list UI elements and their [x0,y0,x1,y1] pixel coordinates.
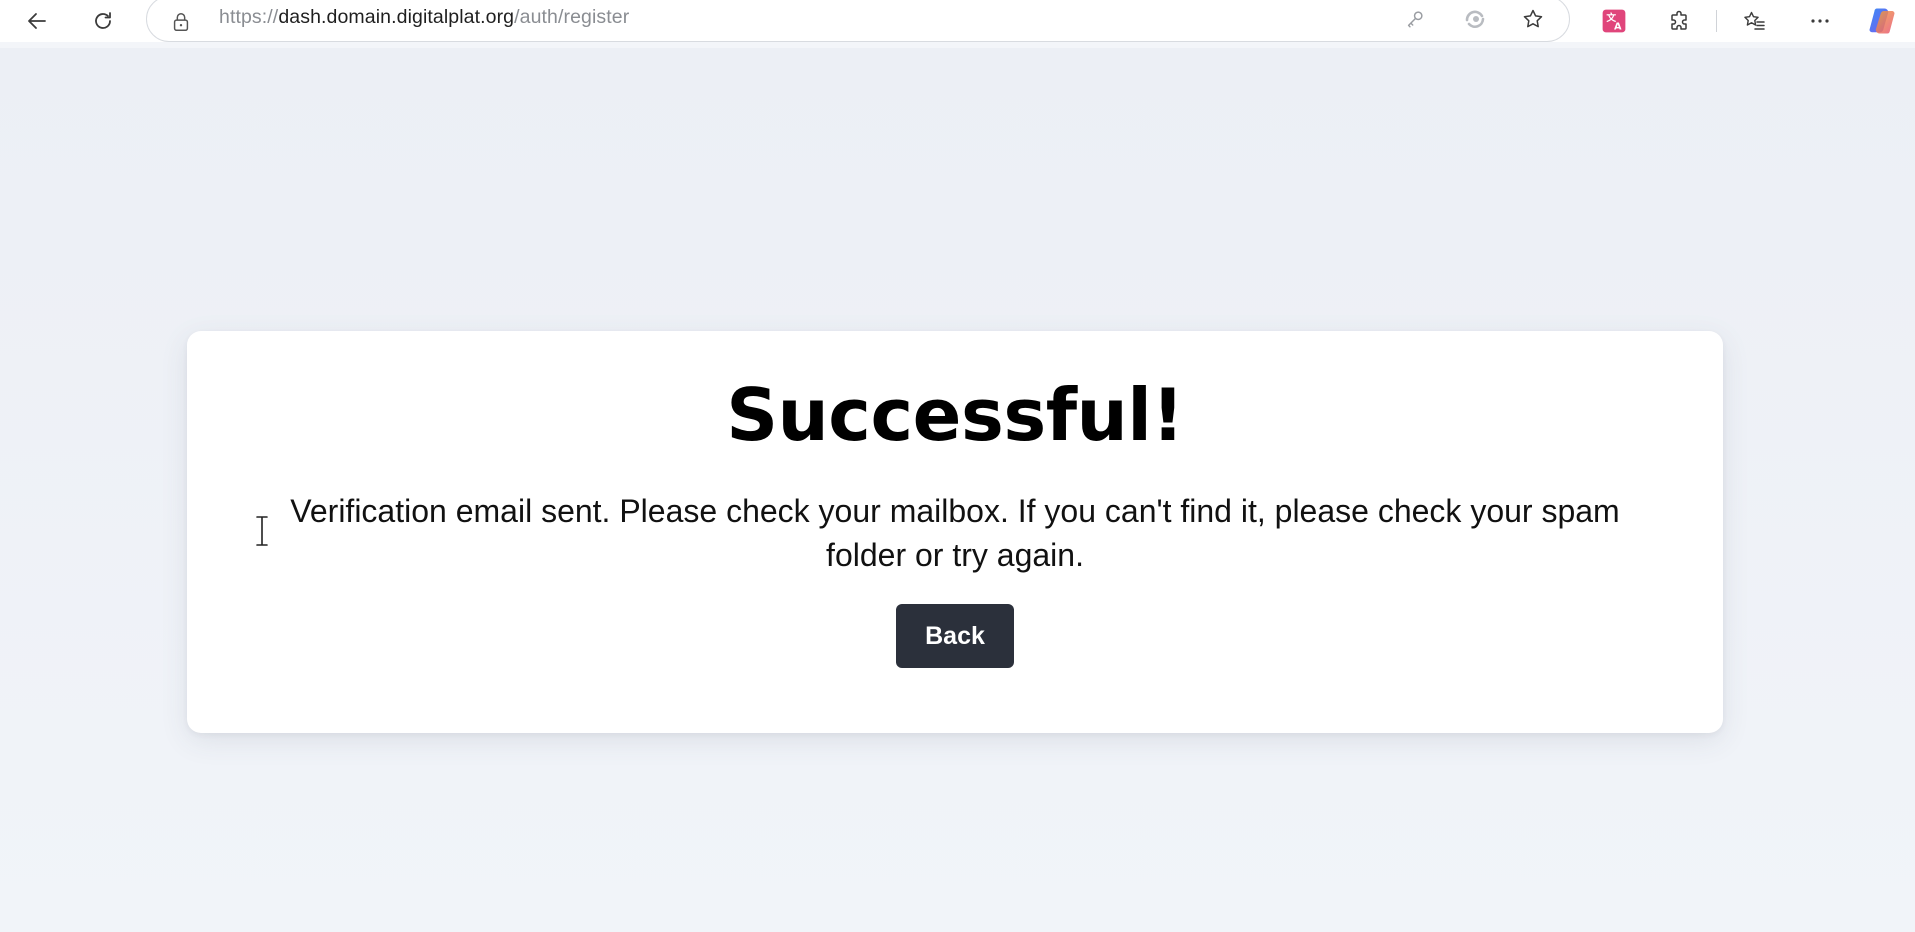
address-bar[interactable]: https://dash.domain.digitalplat.org/auth… [146,0,1570,42]
key-icon[interactable] [1401,5,1429,33]
copilot-button[interactable] [1864,5,1900,37]
url-host: dash.domain.digitalplat.org [278,6,515,28]
more-icon [1811,19,1829,23]
translate-button[interactable]: 文 A [1596,5,1632,37]
extensions-button[interactable] [1662,5,1698,37]
refresh-icon [95,12,111,29]
browser-toolbar: https://dash.domain.digitalplat.org/auth… [0,0,1915,42]
url-text[interactable]: https://dash.domain.digitalplat.org/auth… [219,6,629,29]
text-cursor-icon [256,516,268,546]
translate-icon: 文 A [1602,9,1626,33]
url-path: /auth/register [514,6,630,28]
success-card: Successful! Verification email sent. Ple… [187,331,1723,733]
rewards-icon[interactable] [1461,5,1489,33]
star-icon[interactable] [1519,5,1547,33]
favorites-button[interactable] [1736,5,1772,37]
verification-message: Verification email sent. Please check yo… [290,493,1620,573]
page-title: Successful! [726,373,1184,457]
refresh-button[interactable] [83,1,123,41]
toolbar-divider [1716,10,1717,32]
puzzle-icon [1671,10,1687,30]
svg-text:A: A [1614,22,1622,33]
back-arrow-icon [28,13,46,29]
url-prefix: https:// [219,6,279,28]
lock-icon[interactable] [169,10,193,34]
back-button[interactable] [17,1,57,41]
copilot-icon [1869,8,1895,34]
more-button[interactable] [1802,5,1838,37]
favorites-icon [1744,11,1765,30]
back-link-button[interactable]: Back [896,604,1014,668]
